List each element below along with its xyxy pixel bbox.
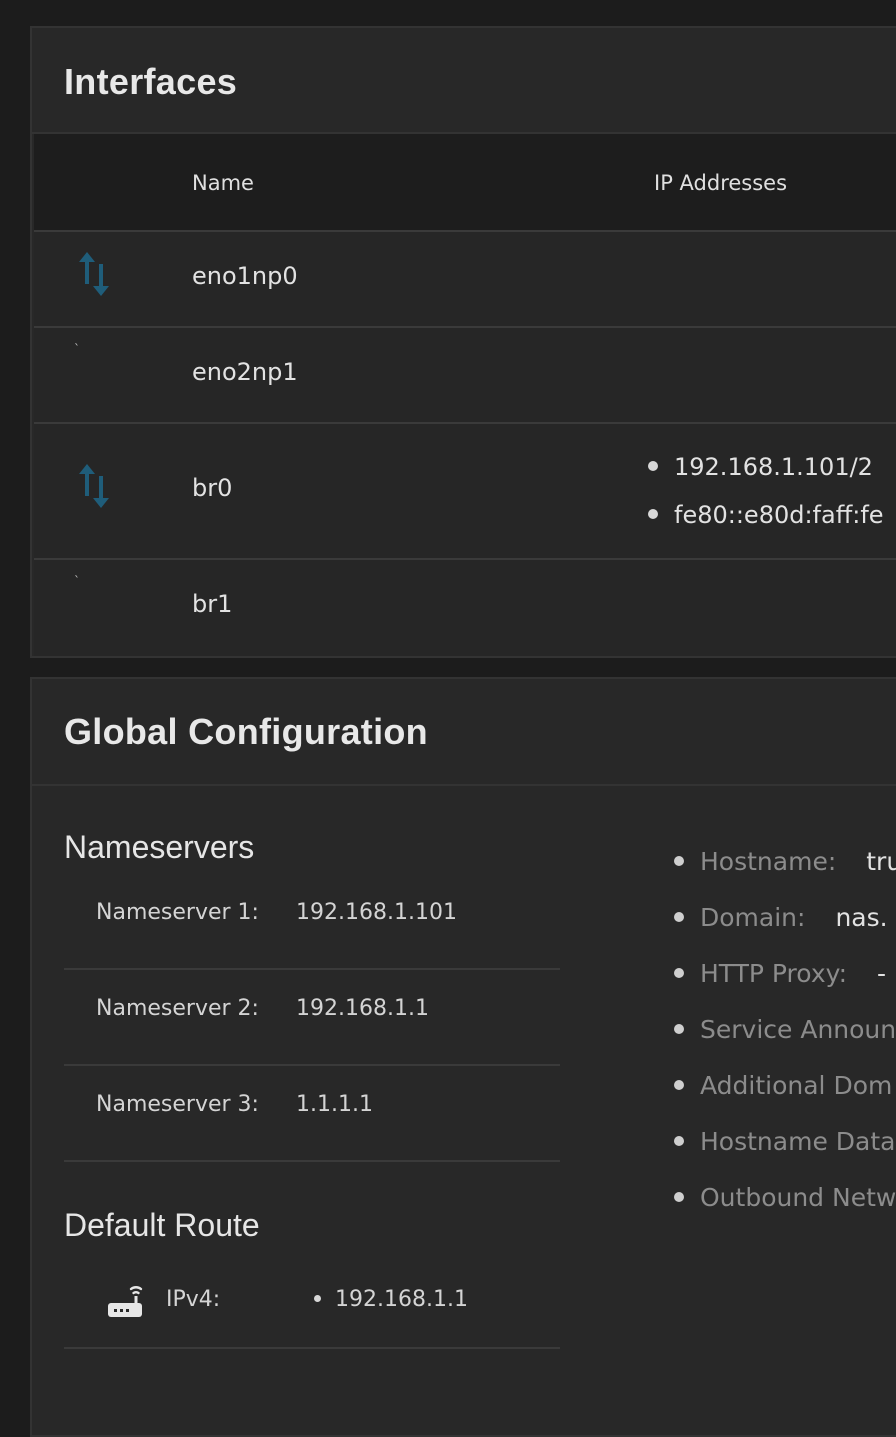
router-icon <box>106 1281 144 1325</box>
interface-name: eno1np0 <box>192 262 298 290</box>
interface-row-eno1np0[interactable]: eno1np0 <box>34 232 896 328</box>
interface-name: eno2np1 <box>192 358 298 386</box>
link-down-icon: ` <box>74 574 80 588</box>
title-divider <box>32 784 896 786</box>
interfaces-table-header: Name IP Addresses <box>34 134 896 232</box>
interface-row-br0[interactable]: br0 192.168.1.101/2 fe80::e80d:faff:fe <box>34 424 896 560</box>
column-header-ip-addresses[interactable]: IP Addresses <box>654 171 787 195</box>
info-item-hostname: Hostname: tru <box>674 847 896 903</box>
default-route-label: IPv4: <box>166 1287 221 1312</box>
interface-row-br1[interactable]: ` br1 <box>34 560 896 656</box>
info-item-http-proxy: HTTP Proxy: - <box>674 959 896 1015</box>
interfaces-title: Interfaces <box>64 61 238 102</box>
link-up-arrows-icon <box>76 250 116 302</box>
interface-name: br0 <box>192 474 233 502</box>
interfaces-card: Interfaces Name IP Addresses eno1np0 ` e… <box>30 26 896 658</box>
nameserver-value: 192.168.1.101 <box>296 900 457 925</box>
link-down-icon: ` <box>74 342 80 356</box>
nameserver-row: Nameserver 3: 1.1.1.1 <box>64 1066 560 1162</box>
column-header-name[interactable]: Name <box>192 171 254 195</box>
info-item-hostname-database: Hostname Data <box>674 1127 896 1183</box>
ip-address-list: 192.168.1.101/2 fe80::e80d:faff:fe <box>648 452 884 548</box>
default-route-row: IPv4: 192.168.1.1 <box>64 1261 560 1349</box>
global-configuration-card: Global Configuration Nameservers Nameser… <box>30 677 896 1437</box>
info-item-outbound-network: Outbound Netw <box>674 1183 896 1239</box>
default-route-value: 192.168.1.1 <box>314 1287 468 1312</box>
nameserver-label: Nameserver 2: <box>96 996 259 1021</box>
nameserver-row: Nameserver 2: 192.168.1.1 <box>64 970 560 1066</box>
interface-name: br1 <box>192 590 233 618</box>
nameserver-value: 1.1.1.1 <box>296 1092 373 1117</box>
info-item-service-announcement: Service Announ <box>674 1015 896 1071</box>
nameserver-label: Nameserver 3: <box>96 1092 259 1117</box>
nameservers-title: Nameservers <box>64 829 255 865</box>
nameserver-label: Nameserver 1: <box>96 900 259 925</box>
info-item-domain: Domain: nas. <box>674 903 896 959</box>
global-configuration-title: Global Configuration <box>64 711 428 752</box>
interface-row-eno2np1[interactable]: ` eno2np1 <box>34 328 896 424</box>
default-route-title: Default Route <box>64 1207 260 1243</box>
nameserver-row: Nameserver 1: 192.168.1.101 <box>64 874 560 970</box>
nameserver-value: 192.168.1.1 <box>296 996 429 1021</box>
global-info-list: Hostname: tru Domain: nas. HTTP Proxy: - Se… <box>674 847 896 1239</box>
ip-address-item: fe80::e80d:faff:fe <box>648 500 884 548</box>
link-up-arrows-icon <box>76 462 116 514</box>
ip-address-item: 192.168.1.101/2 <box>648 452 884 500</box>
info-item-additional-domains: Additional Dom <box>674 1071 896 1127</box>
